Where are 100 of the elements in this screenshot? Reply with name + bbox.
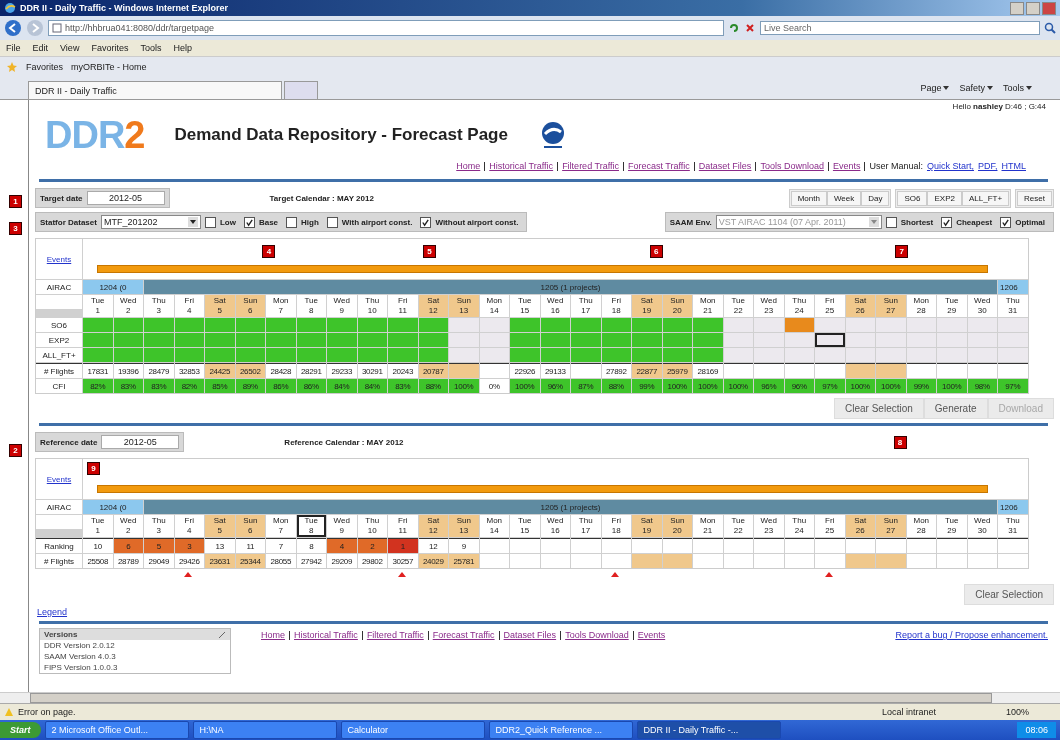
zoom-control[interactable]: 100%	[1006, 707, 1056, 717]
day-header[interactable]: Wed 2	[113, 295, 143, 317]
status-cell[interactable]	[876, 348, 906, 362]
status-cell[interactable]	[510, 318, 540, 332]
browser-tab[interactable]: DDR II - Daily Traffic	[28, 81, 282, 99]
taskbar-button[interactable]: 2 Microsoft Office Outl...	[44, 721, 189, 739]
status-cell[interactable]	[906, 348, 936, 362]
day-header[interactable]: Sun 13	[449, 515, 479, 537]
action-button[interactable]: Generate	[923, 398, 988, 419]
footer-link[interactable]: Filtered Traffic	[366, 630, 424, 640]
day-header[interactable]: Sun 20	[662, 295, 692, 317]
status-cell[interactable]	[998, 318, 1028, 332]
status-cell[interactable]	[998, 348, 1028, 362]
status-cell[interactable]	[845, 318, 875, 332]
taskbar-button[interactable]: H:\NA	[192, 721, 337, 739]
day-header[interactable]: Thu 24	[784, 295, 814, 317]
status-cell[interactable]	[144, 318, 174, 332]
day-header[interactable]: Tue 15	[510, 515, 540, 537]
refresh-icon[interactable]	[728, 22, 740, 34]
day-header[interactable]: Fri 25	[815, 515, 845, 537]
status-cell[interactable]	[784, 348, 814, 362]
manual-link[interactable]: Quick Start,	[926, 161, 974, 171]
close-icon[interactable]	[744, 22, 756, 34]
status-cell[interactable]	[449, 348, 479, 362]
date-field[interactable]: 2012-05	[86, 191, 165, 205]
status-cell[interactable]	[906, 333, 936, 347]
status-cell[interactable]	[205, 348, 235, 362]
status-cell[interactable]	[205, 333, 235, 347]
day-header[interactable]: Sun 20	[662, 515, 692, 537]
status-cell[interactable]	[723, 318, 753, 332]
day-header[interactable]: Thu 3	[144, 515, 174, 537]
nav-link[interactable]: Forecast Traffic	[628, 161, 690, 171]
checkbox[interactable]	[243, 216, 255, 228]
day-header[interactable]: Mon 7	[266, 295, 296, 317]
taskbar-button[interactable]: DDR II - Daily Traffic -...	[636, 721, 781, 739]
status-cell[interactable]	[998, 333, 1028, 347]
menu-item[interactable]: Edit	[32, 43, 49, 53]
start-button[interactable]: Start	[0, 722, 41, 738]
day-header[interactable]: Wed 9	[327, 295, 357, 317]
status-cell[interactable]	[754, 348, 784, 362]
status-cell[interactable]	[876, 333, 906, 347]
events-link[interactable]: Events	[46, 474, 72, 484]
day-header[interactable]: Sun 27	[876, 515, 906, 537]
day-header[interactable]: Thu 24	[784, 515, 814, 537]
day-header[interactable]: Fri 25	[815, 295, 845, 317]
footer-link[interactable]: Historical Traffic	[294, 630, 358, 640]
report-link[interactable]: Report a bug / Propose enhancement.	[895, 628, 1048, 640]
new-tab-button[interactable]	[284, 81, 318, 99]
status-cell[interactable]	[937, 318, 967, 332]
status-cell[interactable]	[571, 348, 601, 362]
day-header[interactable]: Thu 17	[571, 295, 601, 317]
nav-link[interactable]: Tools Download	[760, 161, 824, 171]
day-header[interactable]: Sat 19	[632, 515, 662, 537]
horizontal-scrollbar[interactable]	[0, 692, 1060, 703]
status-cell[interactable]	[479, 348, 509, 362]
status-cell[interactable]	[967, 318, 997, 332]
day-header[interactable]: Mon 21	[693, 295, 723, 317]
status-cell[interactable]	[83, 333, 113, 347]
day-header[interactable]: Mon 28	[906, 515, 936, 537]
maximize-button[interactable]	[1026, 1, 1040, 15]
status-cell[interactable]	[510, 348, 540, 362]
menu-item[interactable]: View	[60, 43, 80, 53]
status-cell[interactable]	[235, 333, 265, 347]
status-cell[interactable]	[845, 348, 875, 362]
status-cell[interactable]	[632, 318, 662, 332]
day-header[interactable]: Wed 23	[754, 295, 784, 317]
view-button[interactable]: Day	[861, 190, 890, 206]
command-button[interactable]: Safety	[959, 83, 993, 93]
status-cell[interactable]	[174, 348, 204, 362]
status-cell[interactable]	[327, 333, 357, 347]
status-cell[interactable]	[601, 318, 631, 332]
day-header[interactable]: Wed 9	[327, 515, 357, 537]
legend-link[interactable]: Legend	[37, 607, 68, 617]
day-header[interactable]: Wed 16	[540, 515, 570, 537]
day-header[interactable]: Sat 19	[632, 295, 662, 317]
day-header[interactable]: Mon 21	[693, 515, 723, 537]
day-header[interactable]: Fri 18	[601, 295, 631, 317]
view-button[interactable]: Month	[790, 190, 827, 206]
status-cell[interactable]	[937, 333, 967, 347]
status-cell[interactable]	[693, 318, 723, 332]
command-button[interactable]: Tools	[1003, 83, 1032, 93]
status-cell[interactable]	[418, 333, 448, 347]
search-field[interactable]: Live Search	[760, 21, 1040, 35]
day-header[interactable]: Tue 1	[83, 295, 113, 317]
status-cell[interactable]	[662, 318, 692, 332]
status-cell[interactable]	[83, 348, 113, 362]
day-header[interactable]: Sun 6	[235, 515, 265, 537]
status-cell[interactable]	[479, 333, 509, 347]
day-header[interactable]: Sat 5	[205, 515, 235, 537]
view-button[interactable]: EXP2	[927, 190, 962, 206]
day-header[interactable]: Sat 5	[205, 295, 235, 317]
status-cell[interactable]	[754, 333, 784, 347]
status-cell[interactable]	[784, 333, 814, 347]
status-cell[interactable]	[357, 333, 387, 347]
status-cell[interactable]	[296, 318, 326, 332]
close-button[interactable]	[1042, 1, 1056, 15]
taskbar-button[interactable]: DDR2_Quick Reference ...	[488, 721, 633, 739]
nav-link[interactable]: Historical Traffic	[489, 161, 554, 171]
menu-item[interactable]: File	[6, 43, 21, 53]
day-header[interactable]: Fri 11	[388, 295, 418, 317]
